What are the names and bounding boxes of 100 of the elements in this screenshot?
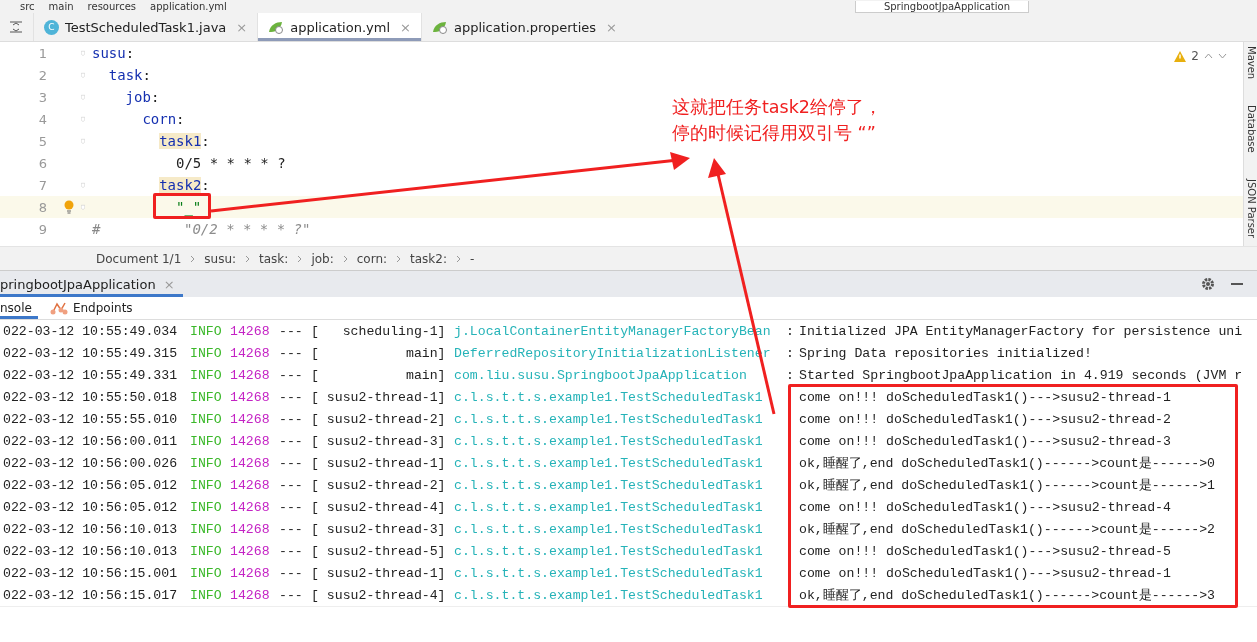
chevron-right-icon: [245, 254, 251, 263]
log-logger: c.l.s.t.t.s.example1.TestScheduledTask1: [454, 411, 764, 427]
log-timestamp: 022-03-12 10:56:00.011: [2, 433, 179, 449]
log-pid: 14268: [230, 455, 271, 471]
path-item[interactable]: src: [20, 1, 35, 12]
log-pid: 14268: [230, 367, 271, 383]
log-separator: ---: [279, 587, 304, 603]
log-pid: 14268: [230, 587, 271, 603]
settings-icon[interactable]: [1201, 277, 1215, 291]
line-number: 4: [37, 111, 47, 127]
log-logger: c.l.s.t.t.s.example1.TestScheduledTask1: [454, 389, 764, 405]
breadcrumb-item[interactable]: job:: [311, 251, 334, 266]
log-colon: :: [786, 323, 794, 339]
log-thread: [ scheduling-1]: [311, 323, 447, 339]
class-icon: C: [44, 19, 59, 35]
collapse-icon[interactable]: [9, 21, 23, 33]
yaml-colon: :: [176, 111, 185, 127]
yaml-value: "_": [176, 199, 202, 215]
log-separator: ---: [279, 411, 304, 427]
breadcrumb-item[interactable]: task:: [259, 251, 289, 266]
breadcrumb-item[interactable]: corn:: [356, 251, 388, 266]
log-logger: c.l.s.t.t.s.example1.TestScheduledTask1: [454, 565, 764, 581]
chevron-up-icon[interactable]: [1204, 53, 1213, 59]
log-level: INFO: [190, 521, 223, 537]
log-separator: ---: [279, 543, 304, 559]
log-thread: [ main]: [311, 345, 447, 361]
run-tab[interactable]: pringbootJpaApplication ×: [0, 271, 183, 297]
log-message: Spring Data repositories initialized!: [799, 345, 1092, 361]
log-thread: [ susu2-thread-4]: [311, 587, 447, 603]
tool-window-button[interactable]: Database: [1244, 105, 1257, 153]
log-separator: ---: [279, 455, 304, 471]
editor-tab[interactable]: application.properties ×: [420, 13, 627, 41]
log-timestamp: 022-03-12 10:55:49.315: [2, 345, 179, 361]
log-separator: ---: [279, 477, 304, 493]
log-level: INFO: [190, 543, 223, 559]
log-thread: [ susu2-thread-1]: [311, 565, 447, 581]
comment-mark: #: [92, 221, 101, 237]
line-number: 6: [37, 155, 47, 171]
log-level: INFO: [190, 499, 223, 515]
yaml-key: job: [125, 89, 151, 105]
breadcrumb-item[interactable]: task2:: [410, 251, 447, 266]
breadcrumb-item[interactable]: -: [469, 251, 475, 266]
log-pid: 14268: [230, 411, 271, 427]
log-message: Started SpringbootJpaApplication in 4.919 seconds (JVM r: [799, 367, 1243, 383]
warning-count[interactable]: 2: [1191, 49, 1199, 63]
log-colon: :: [786, 367, 794, 383]
log-timestamp: 022-03-12 10:56:15.001: [2, 565, 179, 581]
yaml-colon: :: [201, 133, 210, 149]
log-logger: c.l.s.t.t.s.example1.TestScheduledTask1: [454, 587, 764, 603]
path-item[interactable]: main: [48, 1, 74, 12]
log-thread: [ susu2-thread-3]: [311, 433, 447, 449]
log-message: Initialized JPA EntityManagerFactory for persistence uni: [799, 323, 1243, 339]
log-pid: 14268: [230, 433, 271, 449]
console-tab[interactable]: Endpoints: [49, 297, 139, 319]
log-level: INFO: [190, 455, 223, 471]
lightbulb-icon[interactable]: [64, 200, 74, 214]
path-item[interactable]: application.yml: [150, 1, 227, 12]
tool-window-button[interactable]: JSON Parser: [1244, 178, 1257, 238]
log-level: INFO: [190, 587, 223, 603]
minimize-icon[interactable]: [1231, 283, 1243, 285]
editor-tab[interactable]: application.yml ×: [257, 13, 421, 41]
log-level: INFO: [190, 389, 223, 405]
log-pid: 14268: [230, 543, 271, 559]
yaml-value: "0/2 * * * * ?": [183, 221, 311, 237]
chevron-down-icon[interactable]: [1218, 53, 1227, 59]
endpoints-icon: [50, 302, 68, 315]
leaf-icon: [431, 20, 448, 34]
run-config-select[interactable]: SpringbootJpaApplication: [854, 0, 1029, 13]
line-number: 9: [37, 221, 47, 237]
line-number: 1: [37, 45, 47, 61]
line-number: 2: [37, 67, 47, 83]
log-message: ok,睡醒了,end doScheduledTask1()------>count是------>1: [799, 477, 1216, 494]
log-logger: c.l.s.t.t.s.example1.TestScheduledTask1: [454, 477, 764, 493]
log-logger: c.l.s.t.t.s.example1.TestScheduledTask1: [454, 433, 764, 449]
path-item[interactable]: resources: [87, 1, 137, 12]
log-pid: 14268: [230, 499, 271, 515]
log-separator: ---: [279, 323, 304, 339]
log-pid: 14268: [230, 565, 271, 581]
log-separator: ---: [279, 433, 304, 449]
leaf-icon: [268, 20, 285, 34]
log-timestamp: 022-03-12 10:55:55.010: [2, 411, 179, 427]
tool-window-button[interactable]: Maven: [1244, 46, 1257, 80]
log-timestamp: 022-03-12 10:56:15.017: [2, 587, 179, 603]
chevron-right-icon: [455, 254, 461, 263]
console-tab[interactable]: nsole: [0, 297, 38, 319]
log-logger: c.l.s.t.t.s.example1.TestScheduledTask1: [454, 521, 764, 537]
log-separator: ---: [279, 345, 304, 361]
log-separator: ---: [279, 521, 304, 537]
log-message: ok,睡醒了,end doScheduledTask1()------>count是------>3: [799, 587, 1216, 604]
warning-icon[interactable]: [1174, 50, 1187, 62]
breadcrumb-item[interactable]: Document 1/1: [96, 251, 182, 266]
log-message: ok,睡醒了,end doScheduledTask1()------>count是------>2: [799, 521, 1216, 538]
yaml-value: 0/5 * * * * ?: [176, 155, 286, 171]
yaml-key: corn: [142, 111, 177, 127]
log-separator: ---: [279, 499, 304, 515]
log-message: come on!!! doScheduledTask1()--->susu2-thread-1: [799, 565, 1171, 581]
log-logger: c.l.s.t.t.s.example1.TestScheduledTask1: [454, 455, 764, 471]
breadcrumb-item[interactable]: susu:: [204, 251, 237, 266]
yaml-key: susu: [92, 45, 126, 61]
yaml-key: task: [108, 67, 143, 83]
